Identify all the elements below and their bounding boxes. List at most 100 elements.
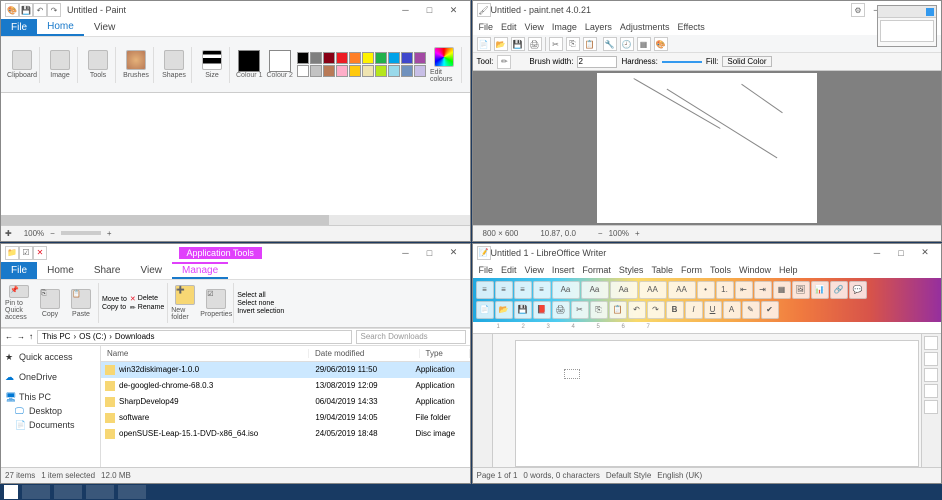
indent-dec-icon[interactable]: ⇤ — [735, 281, 753, 299]
file-row[interactable]: openSUSE-Leap-15.1-DVD-x86_64.iso24/05/2… — [101, 426, 470, 442]
tab-home[interactable]: Home — [37, 262, 84, 279]
current-tool-icon[interactable]: ✏ — [497, 55, 511, 69]
taskbar[interactable] — [0, 484, 942, 500]
minimize-button[interactable]: ─ — [394, 2, 418, 18]
minimize-button[interactable]: ─ — [394, 245, 418, 261]
close-button[interactable]: ✕ — [442, 2, 466, 18]
tools-button[interactable]: Tools — [84, 47, 112, 83]
nav-pane[interactable]: ★Quick access ☁OneDrive 🖥This PC 🖵Deskto… — [1, 346, 101, 468]
palette-swatch[interactable] — [349, 65, 361, 77]
h-scrollbar[interactable] — [1, 215, 470, 225]
tab-view[interactable]: View — [131, 262, 173, 279]
sidebar-properties-icon[interactable] — [924, 336, 938, 350]
copy-button[interactable]: ⎘Copy — [36, 285, 64, 321]
palette-swatch[interactable] — [401, 65, 413, 77]
menu-table[interactable]: Table — [651, 265, 673, 275]
colors-window-icon[interactable]: 🎨 — [654, 37, 668, 51]
number-list-icon[interactable]: 1. — [716, 281, 734, 299]
sidebar-styles-icon[interactable] — [924, 352, 938, 366]
document-page[interactable] — [515, 340, 920, 468]
paintnet-document[interactable] — [597, 73, 817, 223]
menu-help[interactable]: Help — [779, 265, 798, 275]
palette-swatch[interactable] — [297, 52, 309, 64]
maximize-button[interactable]: □ — [418, 2, 442, 18]
palette-swatch[interactable] — [297, 65, 309, 77]
shapes-button[interactable]: Shapes — [160, 47, 188, 83]
cut-icon[interactable]: ✂ — [549, 37, 563, 51]
tool-window-icon[interactable]: 🔧 — [603, 37, 617, 51]
palette-swatch[interactable] — [401, 52, 413, 64]
menu-edit[interactable]: Edit — [501, 265, 517, 275]
zoom-out-button[interactable]: − — [598, 229, 603, 238]
sidebar-documents[interactable]: 📄Documents — [5, 418, 96, 432]
zoom-slider[interactable] — [61, 231, 101, 235]
new-icon[interactable]: 📄 — [476, 301, 494, 319]
palette-swatch[interactable] — [375, 52, 387, 64]
tab-share[interactable]: Share — [84, 262, 131, 279]
undo-icon[interactable]: ↶ — [628, 301, 646, 319]
taskbar-item[interactable] — [54, 485, 82, 499]
close-button[interactable]: ✕ — [913, 245, 937, 261]
clipboard-button[interactable]: Clipboard — [8, 47, 36, 83]
font-color-icon[interactable]: A — [723, 301, 741, 319]
properties-qat-icon[interactable]: ☑ — [19, 246, 33, 260]
file-row[interactable]: win32diskimager-1.0.029/06/2019 11:50App… — [101, 362, 470, 378]
sidebar-gallery-icon[interactable] — [924, 368, 938, 382]
up-button[interactable]: ↑ — [29, 332, 33, 341]
page-style[interactable]: Default Style — [606, 471, 651, 480]
paint-titlebar[interactable]: 🎨 💾 ↶ ↷ Untitled - Paint ─ □ ✕ — [1, 1, 470, 19]
col-date[interactable]: Date modified — [309, 349, 420, 358]
menu-form[interactable]: Form — [681, 265, 702, 275]
chart-icon[interactable]: 📊 — [811, 281, 829, 299]
taskbar-item[interactable] — [22, 485, 50, 499]
palette-swatch[interactable] — [414, 52, 426, 64]
underline-icon[interactable]: U — [704, 301, 722, 319]
menu-styles[interactable]: Styles — [619, 265, 644, 275]
palette-swatch[interactable] — [349, 52, 361, 64]
color1-swatch[interactable] — [238, 50, 260, 72]
sidebar-page-icon[interactable] — [924, 400, 938, 414]
cut-icon[interactable]: ✂ — [571, 301, 589, 319]
palette-swatch[interactable] — [336, 52, 348, 64]
bold-icon[interactable]: B — [666, 301, 684, 319]
breadcrumb-segment[interactable]: OS (C:) — [79, 332, 106, 341]
taskbar-item[interactable] — [86, 485, 114, 499]
style-aa-2[interactable]: Aa — [581, 281, 609, 299]
file-row[interactable]: SharpDevelop4906/04/2019 14:33Applicatio… — [101, 394, 470, 410]
menu-view[interactable]: View — [525, 22, 544, 32]
column-headers[interactable]: Name Date modified Type — [101, 346, 470, 362]
taskbar-item[interactable] — [118, 485, 146, 499]
tab-manage[interactable]: Manage — [172, 262, 228, 279]
menu-file[interactable]: File — [479, 265, 494, 275]
tab-view[interactable]: View — [84, 19, 126, 36]
menu-file[interactable]: File — [479, 22, 494, 32]
minimize-button[interactable]: ─ — [865, 245, 889, 261]
pdf-icon[interactable]: 📕 — [533, 301, 551, 319]
language[interactable]: English (UK) — [657, 471, 702, 480]
start-button[interactable] — [4, 485, 18, 499]
paste-icon[interactable]: 📋 — [583, 37, 597, 51]
writer-titlebar[interactable]: 📝 Untitled 1 - LibreOffice Writer ─ □ ✕ — [473, 244, 942, 262]
col-type[interactable]: Type — [420, 349, 470, 358]
link-icon[interactable]: 🔗 — [830, 281, 848, 299]
align-justify-icon[interactable]: ≡ — [533, 281, 551, 299]
delete-qat-icon[interactable]: ✕ — [33, 246, 47, 260]
table-icon[interactable]: ▦ — [773, 281, 791, 299]
copy-icon[interactable]: ⎘ — [566, 37, 580, 51]
new-icon[interactable]: 📄 — [477, 37, 491, 51]
tab-file[interactable]: File — [1, 262, 37, 279]
moveto-button[interactable]: Move to — [102, 296, 127, 303]
size-button[interactable]: Size — [198, 47, 226, 83]
zoom-in-button[interactable]: + — [107, 229, 112, 238]
align-left-icon[interactable]: ≡ — [476, 281, 494, 299]
search-input[interactable]: Search Downloads — [356, 330, 466, 344]
color2-swatch[interactable] — [269, 50, 291, 72]
brush-width-input[interactable] — [577, 56, 617, 68]
layer-thumbnail[interactable] — [880, 20, 934, 42]
menu-layers[interactable]: Layers — [585, 22, 612, 32]
redo-icon[interactable]: ↷ — [647, 301, 665, 319]
paintnet-titlebar[interactable]: 🖌 Untitled - paint.net 4.0.21 ⚙ ─ □ ✕ — [473, 1, 942, 19]
palette-swatch[interactable] — [362, 52, 374, 64]
bullet-list-icon[interactable]: • — [697, 281, 715, 299]
file-row[interactable]: de-googled-chrome-68.0.313/08/2019 12:09… — [101, 378, 470, 394]
